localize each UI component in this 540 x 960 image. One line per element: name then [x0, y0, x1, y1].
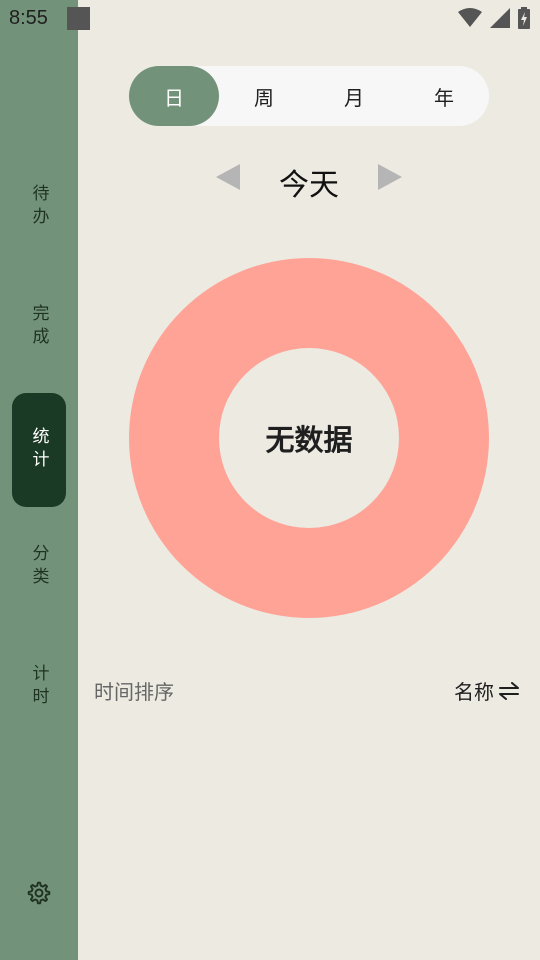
sidebar-item-label: 计时: [28, 664, 49, 710]
sidebar-item-completed[interactable]: 完成: [12, 270, 66, 384]
tab-day[interactable]: 日: [129, 66, 219, 126]
swap-arrows-icon: [499, 681, 519, 700]
wifi-icon: [458, 8, 482, 27]
status-bar: 8:55: [0, 0, 540, 38]
sidebar-item-todo[interactable]: 待办: [12, 150, 66, 264]
sidebar-item-statistics[interactable]: 统计: [12, 393, 66, 507]
period-title: 今天: [279, 168, 339, 203]
sidebar-item-category[interactable]: 分类: [12, 510, 66, 624]
battery-icon: [518, 7, 530, 29]
gear-icon[interactable]: [26, 880, 52, 906]
sidebar-item-label: 统计: [28, 427, 49, 473]
status-time: 8:55: [9, 7, 48, 29]
period-selector: 日 周 月 年: [129, 66, 489, 126]
notification-square-icon: [67, 7, 90, 30]
sidebar-item-timer[interactable]: 计时: [12, 630, 66, 744]
donut-center: 无数据: [219, 348, 399, 528]
no-data-label: 无数据: [265, 423, 353, 457]
sidebar: 待办 完成 统计 分类 计时: [0, 0, 78, 960]
sort-by-name-button[interactable]: 名称: [454, 676, 520, 705]
triangle-left-icon[interactable]: [214, 162, 242, 192]
sidebar-item-label: 完成: [28, 304, 49, 350]
donut-chart: 无数据: [129, 258, 489, 618]
tab-month[interactable]: 月: [309, 66, 399, 126]
status-icons: [458, 7, 530, 29]
cellular-signal-icon: [490, 8, 510, 28]
triangle-right-icon[interactable]: [376, 162, 404, 192]
sidebar-item-label: 待办: [28, 184, 49, 230]
sort-by-time[interactable]: 时间排序: [94, 676, 174, 705]
sidebar-item-label: 分类: [28, 544, 49, 590]
tab-week[interactable]: 周: [219, 66, 309, 126]
tab-year[interactable]: 年: [399, 66, 489, 126]
sort-name-label: 名称: [454, 680, 494, 704]
